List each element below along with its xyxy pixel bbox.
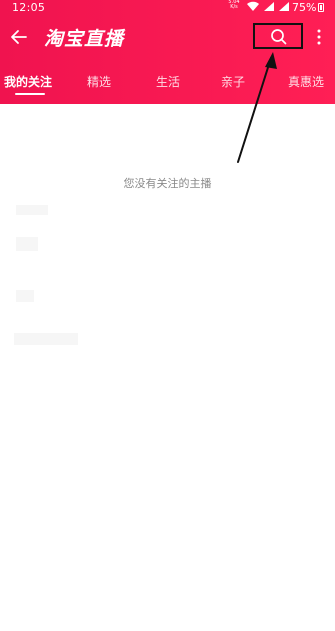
active-tab-indicator <box>15 93 45 95</box>
more-vertical-icon[interactable] <box>317 28 321 46</box>
arrow-left-icon[interactable] <box>10 28 28 46</box>
battery-icon <box>318 3 324 12</box>
page-title: 淘宝直播 <box>44 28 125 50</box>
tab-following[interactable]: 我的关注 <box>4 73 52 90</box>
category-tabs: 我的关注 精选 生活 亲子 真惠选 <box>0 66 335 104</box>
faint-line <box>14 333 78 345</box>
tab-parenting[interactable]: 亲子 <box>221 73 245 90</box>
wifi-icon <box>247 1 259 11</box>
faint-line <box>16 237 38 251</box>
search-icon[interactable] <box>270 28 287 45</box>
faint-line <box>16 205 48 215</box>
faint-line <box>16 290 34 302</box>
signal-icon <box>264 2 274 11</box>
battery-percentage: 75% <box>292 1 317 14</box>
taobao-live-screen: 12:05 5.04 K/s 75% 淘宝直播 我的关注 精选 生活 亲子 真惠… <box>0 0 335 631</box>
tab-featured[interactable]: 精选 <box>87 73 111 90</box>
network-speed: 5.04 K/s <box>228 0 240 10</box>
signal-icon <box>279 2 289 11</box>
tab-deals[interactable]: 真惠选 <box>288 73 324 90</box>
status-icons <box>246 1 290 12</box>
app-header: 12:05 5.04 K/s 75% 淘宝直播 我的关注 精选 生活 亲子 真惠… <box>0 0 335 104</box>
status-bar: 12:05 5.04 K/s 75% <box>0 0 335 16</box>
status-time: 12:05 <box>12 1 46 14</box>
search-button[interactable] <box>253 23 303 49</box>
empty-state-message: 您没有关注的主播 <box>123 177 212 190</box>
tab-life[interactable]: 生活 <box>156 73 180 90</box>
